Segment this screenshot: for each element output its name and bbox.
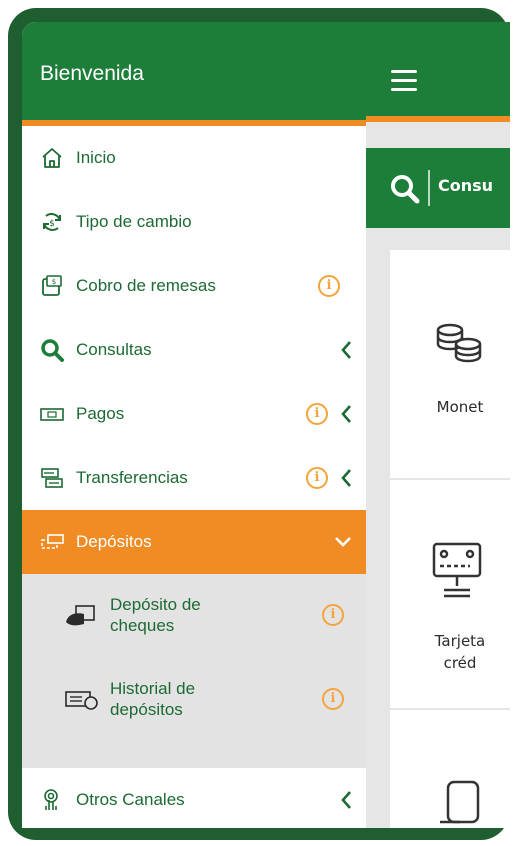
menu-item-cobro-de-remesas[interactable]: $ Cobro de remesas i [22,254,366,318]
remittance-icon: $ [42,275,62,296]
svg-text:$: $ [52,278,56,286]
card-credit[interactable]: Tarjeta créd [390,480,510,708]
cheque-icon [66,605,95,626]
card-label-line1: Tarjeta [434,632,486,650]
menu-item-pagos[interactable]: Pagos i [22,382,366,446]
card-label: Monet [436,398,484,416]
submenu-item-label: Depósito de cheques [110,594,201,636]
menu-item-label: Cobro de remesas [76,276,216,295]
chevron-down-icon [335,537,351,547]
menu-item-label: Transferencias [76,468,188,487]
info-icon[interactable]: i [322,604,344,626]
navigation-drawer: Bienvenida Inicio $ Tipo de cambio $ Cob… [22,22,366,828]
label-line2: depósitos [110,700,183,719]
search-icon [41,339,64,362]
search-icon [391,175,420,204]
drawer-header: Bienvenida [22,22,366,126]
drawer-menu: Inicio $ Tipo de cambio $ Cobro de remes… [22,126,366,828]
app-frame: Consu Monet Tarjeta créd Bienvenida Inic… [0,0,517,846]
search-divider [428,170,430,206]
chevron-left-icon [341,405,351,423]
submenu-item-deposito-de-cheques[interactable]: Depósito de cheques i [22,574,366,658]
search-label: Consu [438,176,494,195]
label-line1: Depósito de [110,595,201,614]
home-icon [42,148,62,168]
chevron-left-icon [341,469,351,487]
payment-icon [40,408,64,421]
menu-item-otros-canales[interactable]: Otros Canales [22,768,366,828]
coins-icon [436,323,482,363]
menu-item-label: Consultas [76,340,152,359]
screen: Consu Monet Tarjeta créd Bienvenida Inic… [22,22,510,828]
menu-item-tipo-de-cambio[interactable]: $ Tipo de cambio [22,190,366,254]
info-icon[interactable]: i [306,467,328,489]
menu-item-label: Tipo de cambio [76,212,192,231]
chevron-left-icon [341,791,351,809]
exchange-icon: $ [43,213,61,231]
chevron-left-icon [341,341,351,359]
menu-item-transferencias[interactable]: Transferencias i [22,446,366,510]
transfer-icon [41,468,63,488]
info-icon[interactable]: i [318,275,340,297]
info-icon[interactable]: i [322,688,344,710]
card-terminal-icon [432,542,482,598]
history-icon [65,691,98,710]
deposit-icon [41,534,64,549]
depositos-submenu: Depósito de cheques i Historial de depós… [22,574,366,768]
label-line2: cheques [110,616,175,635]
menu-item-label: Pagos [76,404,125,423]
channels-icon [44,789,58,810]
submenu-item-label: Historial de depósitos [110,678,195,720]
search-bar[interactable]: Consu [366,148,510,228]
menu-item-depositos[interactable]: Depósitos [22,510,366,574]
menu-item-label: Otros Canales [76,790,185,809]
hamburger-menu-icon[interactable] [391,70,417,91]
menu-item-consultas[interactable]: Consultas [22,318,366,382]
menu-item-inicio[interactable]: Inicio [22,126,366,190]
device-icon [440,780,480,824]
svg-text:$: $ [49,219,55,229]
card-label-line2: créd [443,654,477,672]
top-app-bar [366,22,510,122]
menu-item-label: Inicio [76,148,116,167]
card-monetary[interactable]: Monet [390,250,510,478]
main-content: Consu Monet Tarjeta créd [366,22,510,828]
menu-item-label: Depósitos [76,532,152,551]
submenu-item-historial-de-depositos[interactable]: Historial de depósitos i [22,658,366,742]
drawer-title: Bienvenida [40,62,144,85]
label-line1: Historial de [110,679,196,698]
card-label: Tarjeta créd [390,630,510,674]
info-icon[interactable]: i [306,403,328,425]
submenu-spacer [22,742,366,768]
card-other[interactable] [390,710,510,828]
